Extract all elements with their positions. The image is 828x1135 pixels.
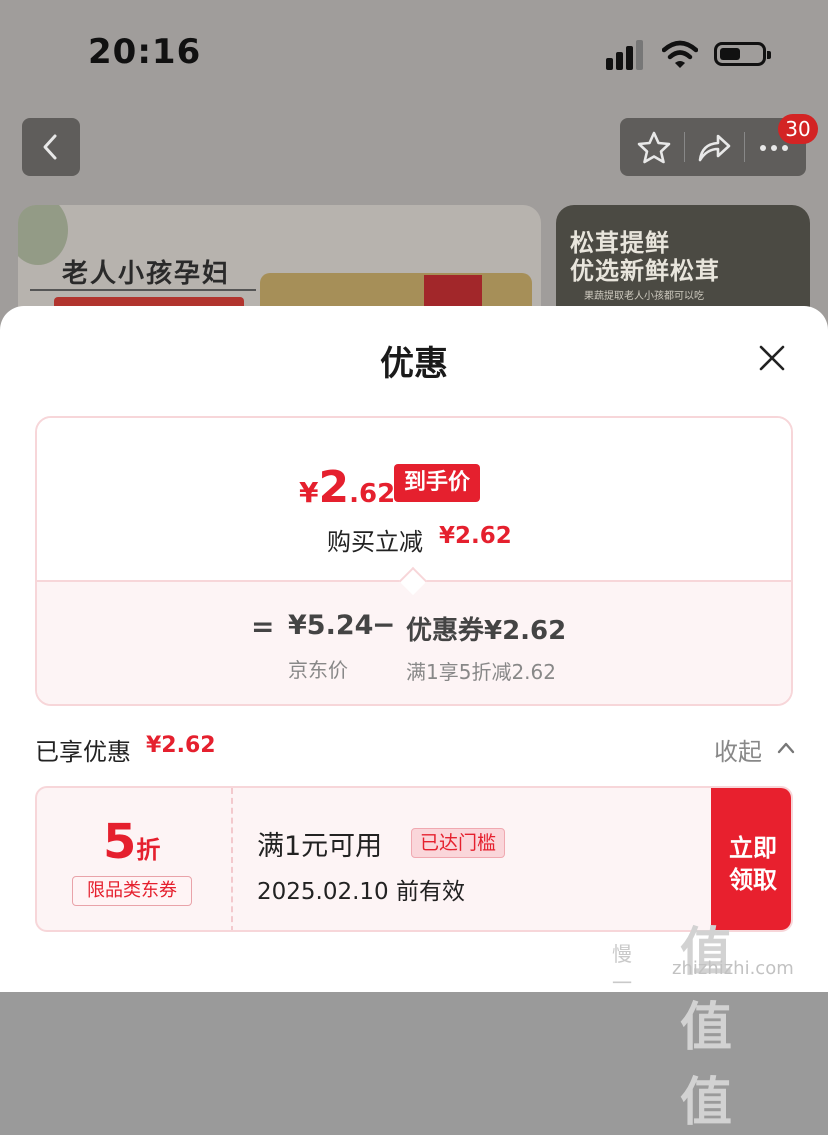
coupon-condition: 满1元可用 [257, 831, 383, 862]
instant-discount-label: 购买立减 [327, 528, 423, 556]
chevron-up-icon[interactable] [776, 738, 796, 758]
coupon-discount: 5折 [103, 814, 161, 870]
banner-right-line2: 优选新鲜松茸 [570, 257, 720, 285]
share-icon[interactable] [696, 130, 732, 166]
final-price-tag: 到手价 [394, 464, 481, 502]
enjoyed-discount-label: 已享优惠 [35, 738, 131, 766]
banner-left-text: 老人小孩孕妇 [62, 259, 231, 289]
promotion-sheet: 优惠 ¥2.62 到手价 购买立减 ¥2.62 = ¥5.24 − 优惠券¥2.… [0, 306, 828, 992]
sheet-title: 优惠 [380, 344, 448, 384]
coupon-discount-value: 优惠券¥2.62 [406, 616, 567, 646]
coupon-rule-label: 满1享5折减2.62 [406, 660, 556, 684]
collapse-button[interactable]: 收起 [714, 732, 762, 767]
signal-icon [606, 40, 646, 70]
chevron-left-icon [43, 134, 57, 160]
final-price: ¥2.62 [299, 462, 396, 513]
coupon-divider [231, 788, 233, 930]
wifi-icon [662, 40, 698, 68]
status-time: 20:16 [88, 32, 202, 72]
banner-right-small: 果蔬提取老人小孩都可以吃 [584, 291, 704, 302]
price-summary-card: ¥2.62 到手价 购买立减 ¥2.62 = ¥5.24 − 优惠券¥2.62 … [35, 416, 793, 706]
threshold-reached-tag: 已达门槛 [411, 828, 506, 858]
enjoyed-discount-value: ¥2.62 [146, 733, 216, 758]
message-count-badge: 30 [778, 114, 818, 144]
jd-price-value: ¥5.24 [288, 610, 374, 641]
instant-discount-value: ¥2.62 [439, 523, 512, 549]
equals-sign: = [251, 610, 275, 643]
jd-price-label: 京东价 [288, 658, 348, 682]
battery-icon [714, 42, 771, 66]
status-bar: 20:16 [0, 0, 828, 100]
coupon-discount-panel: 5折 限品类东券 [37, 788, 231, 930]
coupon-validity: 2025.02.10 前有效 [257, 879, 465, 905]
leaf-decoration [18, 205, 68, 265]
background-product-page: 20:16 30 老人小孩孕妇 松茸提鲜 优选新鲜松茸 果蔬提取老人小孩都可以吃 [0, 0, 828, 340]
back-button[interactable] [22, 118, 80, 176]
star-icon[interactable] [636, 130, 672, 166]
minus-sign: − [372, 608, 396, 641]
coupon-type-tag: 限品类东券 [72, 876, 192, 906]
close-icon[interactable] [756, 342, 788, 374]
